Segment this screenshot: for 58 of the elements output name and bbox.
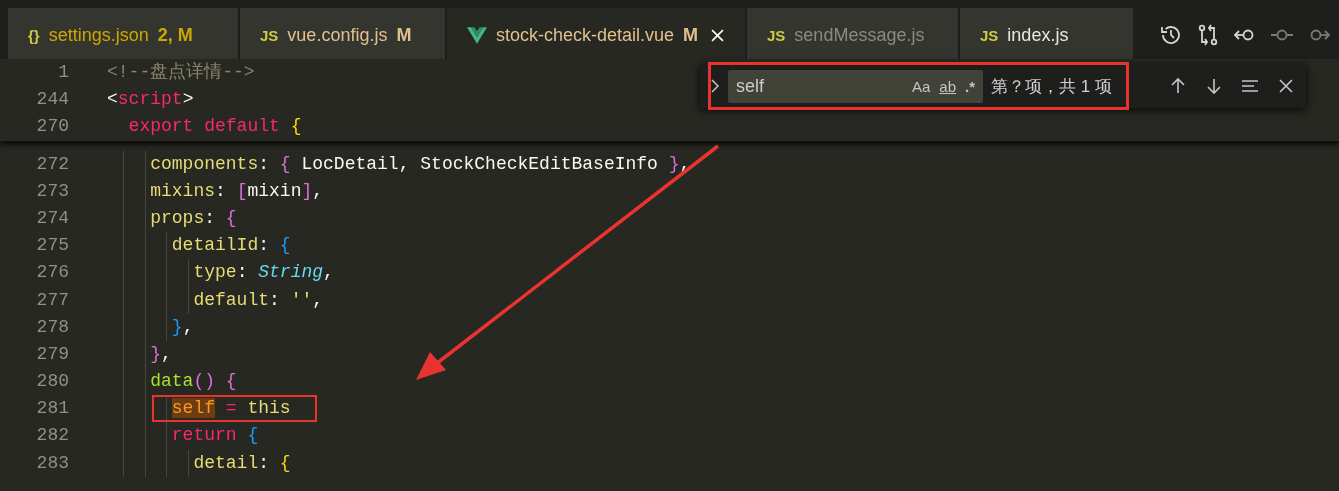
- find-option-toggle[interactable]: .*: [965, 77, 975, 95]
- code-line: detailId: {: [170, 234, 291, 258]
- line-number: 280: [35, 370, 69, 394]
- code-line: props: {: [149, 206, 237, 230]
- code-line: export default {: [127, 115, 302, 139]
- find-option-toggle[interactable]: Aa: [911, 77, 931, 95]
- arrow-down-icon[interactable]: [1204, 76, 1224, 96]
- file-type-icon: JS: [260, 26, 279, 44]
- line-number: 270: [35, 115, 69, 139]
- code-line: <script>: [107, 88, 194, 112]
- line-number: 281: [35, 397, 69, 421]
- line-number: 279: [35, 342, 69, 366]
- line-number: 277: [35, 288, 69, 312]
- code-line: },: [170, 315, 194, 339]
- editor-tab[interactable]: JS sendMessage.js: [747, 8, 958, 62]
- editor-tab[interactable]: JS vue.config.js M: [240, 8, 445, 62]
- code-line: default: '',: [192, 288, 324, 312]
- compare-icon[interactable]: [1196, 23, 1220, 47]
- code-line: },: [149, 342, 172, 366]
- tab-label: index.js: [1007, 24, 1069, 46]
- code-line: type: String,: [192, 261, 334, 285]
- code-line: data() {: [149, 370, 237, 394]
- editor-tab[interactable]: stock-check-detail.vue M: [447, 8, 745, 62]
- code-line: return {: [170, 424, 259, 448]
- tab-label: vue.config.js: [287, 24, 388, 46]
- chevron-right-icon[interactable]: [710, 78, 720, 94]
- line-number: 282: [35, 424, 69, 448]
- line-number: 1: [57, 61, 69, 84]
- line-number: 244: [35, 88, 69, 112]
- tab-label: sendMessage.js: [794, 24, 925, 46]
- file-type-icon: {}: [28, 26, 40, 44]
- line-number: 273: [35, 179, 69, 203]
- line-number: 283: [35, 451, 69, 475]
- code-line: self = this: [170, 397, 291, 421]
- search-field[interactable]: self Aa ab .*: [728, 69, 983, 103]
- code-line: components: { LocDetail, StockCheckEditBaseInfo },: [149, 152, 691, 176]
- code-line: mixins: [mixin],: [149, 179, 324, 203]
- tab-status: 2, M: [157, 24, 193, 46]
- line-number: 276: [35, 261, 69, 285]
- history-icon[interactable]: [1159, 23, 1183, 47]
- editor-tab[interactable]: {} settings.json 2, M: [8, 8, 238, 62]
- file-type-icon: JS: [980, 26, 999, 44]
- line-number: 274: [35, 206, 69, 230]
- code-line: <!--盘点详情-->: [107, 61, 255, 84]
- tab-label: stock-check-detail.vue: [496, 24, 675, 46]
- code-line: detail: {: [192, 451, 291, 475]
- tab-status: M: [396, 24, 412, 46]
- file-type-icon: JS: [767, 26, 786, 44]
- tab-label: settings.json: [48, 24, 149, 46]
- editor-tab[interactable]: JS index.js: [960, 8, 1133, 62]
- tab-status: M: [683, 24, 699, 46]
- find-option-toggle[interactable]: ab: [939, 77, 956, 95]
- vue-logo-icon: [467, 26, 487, 44]
- line-number: 278: [35, 315, 69, 339]
- match-count: 第？项，共 1 项: [991, 75, 1112, 98]
- line-number: 272: [35, 152, 69, 176]
- close-icon[interactable]: [711, 28, 725, 42]
- line-number: 275: [35, 234, 69, 258]
